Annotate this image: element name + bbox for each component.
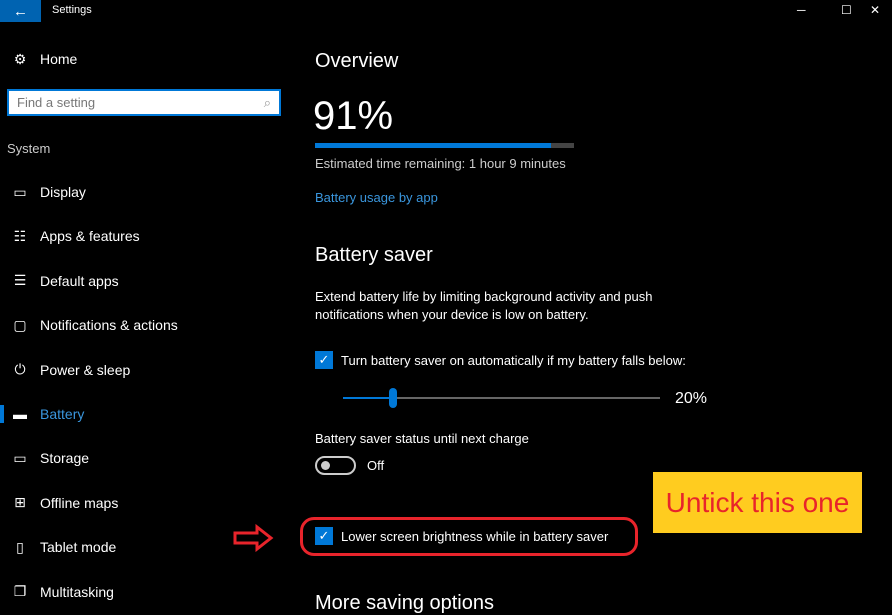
- annotation-arrow-icon: [233, 524, 274, 552]
- threshold-slider[interactable]: [343, 388, 660, 408]
- brightness-label: Lower screen brightness while in battery…: [341, 528, 609, 544]
- minimize-button[interactable]: ─: [797, 3, 806, 17]
- saver-description-1: Extend battery life by limiting backgrou…: [315, 289, 653, 304]
- sidebar-item-storage[interactable]: ▭ Storage: [0, 438, 290, 478]
- arrow-left-icon: ←: [13, 2, 28, 20]
- nav-icon: ▢: [13, 316, 27, 333]
- checkmark-icon: ✓: [315, 527, 333, 545]
- checkmark-icon: ✓: [315, 351, 333, 369]
- nav-icon: ☰: [13, 272, 27, 289]
- slider-thumb[interactable]: [389, 388, 398, 408]
- sidebar-item-default-apps[interactable]: ☰ Default apps: [0, 261, 290, 301]
- nav-label: Storage: [40, 450, 90, 467]
- close-button[interactable]: ✕: [870, 3, 880, 17]
- nav-label: Multitasking: [40, 583, 114, 600]
- search-icon: ⌕: [263, 94, 271, 110]
- battery-level-bar: [315, 143, 574, 148]
- brightness-checkbox[interactable]: ✓ Lower screen brightness while in batter…: [315, 527, 608, 545]
- annotation-callout: Untick this one: [653, 472, 862, 533]
- sidebar-item-display[interactable]: ▭ Display: [0, 172, 290, 212]
- nav-icon: ▯: [16, 538, 24, 555]
- nav-label: Display: [40, 184, 86, 200]
- sidebar-item-offline-maps[interactable]: ⊞ Offline maps: [0, 483, 290, 523]
- nav-icon: ▭: [13, 449, 27, 466]
- auto-saver-checkbox[interactable]: ✓ Turn battery saver on automatically if …: [315, 351, 686, 369]
- battery-percent: 91%: [313, 94, 394, 138]
- status-toggle[interactable]: [315, 456, 356, 475]
- nav-label: Offline maps: [40, 494, 119, 511]
- nav-label: Tablet mode: [40, 539, 117, 556]
- nav-label: Apps & features: [40, 228, 140, 245]
- nav-icon: ▭: [13, 183, 27, 200]
- overview-heading: Overview: [315, 50, 399, 72]
- back-button[interactable]: ←: [0, 0, 41, 22]
- nav-icon: ⏻: [14, 361, 26, 378]
- search-input[interactable]: Find a setting ⌕: [7, 89, 281, 116]
- home-label: Home: [40, 51, 78, 67]
- auto-saver-label: Turn battery saver on automatically if m…: [341, 352, 686, 368]
- more-options-heading: More saving options: [315, 592, 494, 614]
- threshold-value: 20%: [675, 390, 708, 407]
- maximize-button[interactable]: ☐: [841, 3, 852, 17]
- battery-usage-link[interactable]: Battery usage by app: [315, 190, 438, 205]
- sidebar-item-multitasking[interactable]: ❐ Multitasking: [0, 572, 290, 612]
- nav-icon: ⊞: [14, 494, 26, 511]
- sidebar-item-battery[interactable]: ▬ Battery: [0, 394, 290, 434]
- sidebar-item-home[interactable]: ⚙ Home: [0, 39, 290, 79]
- battery-saver-heading: Battery saver: [315, 244, 433, 266]
- sidebar-item-apps-features[interactable]: ☷ Apps & features: [0, 216, 290, 256]
- nav-icon: ❐: [13, 583, 27, 600]
- search-placeholder: Find a setting: [17, 95, 96, 110]
- nav-icon: ☷: [13, 227, 27, 244]
- nav-icon: ▬: [13, 406, 27, 422]
- section-label: System: [7, 141, 51, 156]
- nav-label: Battery: [40, 406, 85, 422]
- time-remaining: Estimated time remaining: 1 hour 9 minut…: [315, 156, 566, 171]
- sidebar-item-notifications-actions[interactable]: ▢ Notifications & actions: [0, 305, 290, 345]
- nav-label: Notifications & actions: [40, 317, 178, 334]
- nav-label: Default apps: [40, 272, 119, 289]
- sidebar-item-power-sleep[interactable]: ⏻ Power & sleep: [0, 350, 290, 390]
- nav-label: Power & sleep: [40, 361, 131, 378]
- status-value: Off: [367, 458, 385, 473]
- window-title: Settings: [52, 4, 92, 16]
- gear-icon: ⚙: [13, 50, 27, 67]
- battery-level-fill: [315, 143, 551, 148]
- saver-description-2: notifications when your device is low on…: [315, 307, 589, 322]
- status-label: Battery saver status until next charge: [315, 431, 529, 446]
